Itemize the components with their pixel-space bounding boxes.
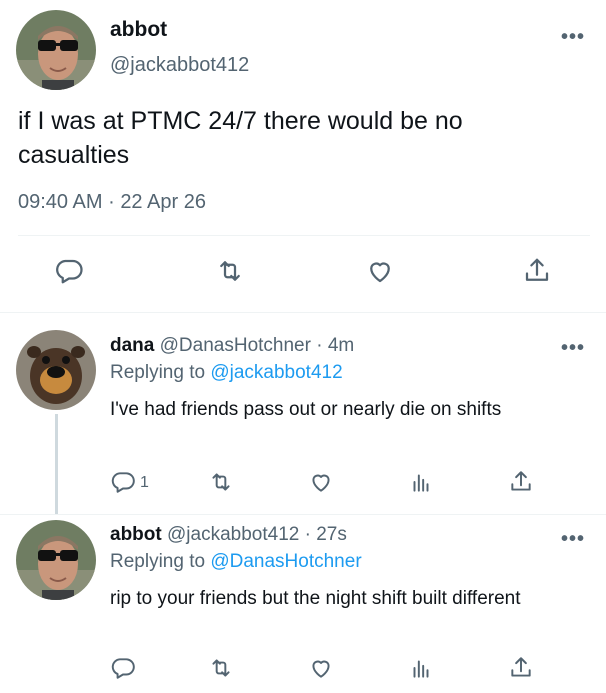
analytics-icon[interactable] [408,655,434,681]
tweet-age[interactable]: 4m [328,335,354,356]
share-icon[interactable] [508,469,534,495]
avatar[interactable] [16,520,96,600]
display-name[interactable]: abbot [110,524,162,545]
retweet-icon[interactable] [215,256,245,286]
more-options-icon[interactable]: ••• [561,529,585,549]
retweet-icon[interactable] [208,469,234,495]
tweet-text: if I was at PTMC 24/7 there would be no … [18,107,463,169]
more-options-icon[interactable]: ••• [561,338,585,358]
avatar[interactable] [16,330,96,410]
share-icon[interactable] [508,655,534,681]
meta-separator: · [316,335,323,356]
reply-header: abbot @jackabbot412 · 27s [110,524,347,546]
handle[interactable]: @DanasHotchner [160,335,311,356]
tweet-time[interactable]: 09:40 AM [18,191,103,213]
tweet-date[interactable]: 22 Apr 26 [120,191,206,213]
tweet-text: rip to your friends but the night shift … [110,588,521,609]
avatar[interactable] [16,10,96,90]
tweet-age[interactable]: 27s [316,524,347,545]
replying-to-label: Replying to [110,551,206,572]
heart-icon[interactable] [365,256,395,286]
display-name[interactable]: dana [110,335,154,356]
analytics-icon[interactable] [408,469,434,495]
reply-icon[interactable] [110,655,136,681]
share-icon[interactable] [522,256,552,286]
tweet-text: I've had friends pass out or nearly die … [110,399,502,420]
reply-icon[interactable] [54,256,84,286]
thread-line [55,414,58,514]
handle[interactable]: @jackabbot412 [167,524,299,545]
divider [0,514,606,515]
meta-separator: · [304,524,311,545]
handle[interactable]: @jackabbot412 [110,54,249,77]
more-options-icon[interactable]: ••• [561,27,585,47]
reply-count: 1 [140,474,149,491]
reply-header: dana @DanasHotchner · 4m [110,335,354,357]
replying-to-link[interactable]: @DanasHotchner [210,551,361,572]
tweet-meta: 09:40 AM · 22 Apr 26 [18,191,206,214]
heart-icon[interactable] [308,469,334,495]
divider [18,235,590,236]
replying-to: Replying to @DanasHotchner [110,551,362,573]
retweet-icon[interactable] [208,655,234,681]
display-name[interactable]: abbot [110,18,167,42]
reply-icon[interactable] [110,469,136,495]
replying-to-link[interactable]: @jackabbot412 [210,362,342,383]
meta-separator: · [108,191,115,213]
heart-icon[interactable] [308,655,334,681]
replying-to: Replying to @jackabbot412 [110,362,343,384]
replying-to-label: Replying to [110,362,206,383]
divider [0,312,606,313]
